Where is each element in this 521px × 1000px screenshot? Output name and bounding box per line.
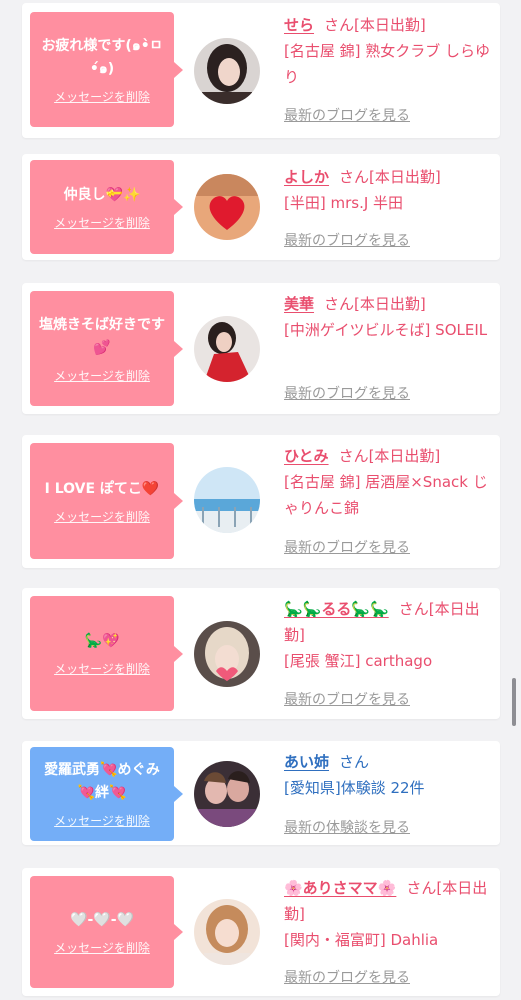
seaside-view-photo-icon (194, 467, 260, 533)
avatar[interactable] (194, 621, 260, 687)
shop-label: [名古屋 錦] 居酒屋×Snack じゃりんこ錦 (284, 473, 488, 517)
avatar[interactable] (194, 38, 260, 104)
latest-experience-link[interactable]: 最新の体験談を見る (284, 817, 410, 837)
avatar[interactable] (194, 899, 260, 965)
shop-label: [中洲ゲイツビルそば] SOLEIL (284, 321, 488, 339)
message-card: 🦕💖 メッセージを削除 🦕🦕るる🦕🦕 さん[本日出勤] [尾張 蟹江] carth… (22, 588, 500, 719)
profile-info: せら さん[本日出勤] [名古屋 錦] 熟女クラブ しらゆり (284, 12, 492, 90)
status-label: さん[本日出勤] (324, 295, 426, 313)
message-card: I LOVE ぽてこ❤️ メッセージを削除 ひとみ さん[本日出勤] [名古屋 錦… (22, 435, 500, 568)
avatar[interactable] (194, 174, 260, 240)
message-bubble: I LOVE ぽてこ❤️ メッセージを削除 (30, 443, 183, 559)
shop-label: [関内・福富町] Dahlia (284, 931, 439, 949)
message-text: お疲れ様です(๑•̀ㅁ•́๑) (41, 37, 163, 77)
profile-info: 美華 さん[本日出勤] [中洲ゲイツビルそば] SOLEIL (284, 291, 492, 343)
avatar[interactable] (194, 316, 260, 382)
latest-blog-link[interactable]: 最新のブログを見る (284, 105, 410, 125)
delete-message-link[interactable]: メッセージを削除 (54, 660, 150, 677)
message-bubble: 仲良し💝✨ メッセージを削除 (30, 160, 183, 254)
profile-name-link[interactable]: 美華 (284, 295, 314, 313)
avatar[interactable] (194, 761, 260, 827)
message-bubble: 塩焼きそば好きです💕 メッセージを削除 (30, 291, 183, 406)
shop-label: [半田] mrs.J 半田 (284, 194, 404, 212)
message-text: I LOVE ぽてこ❤️ (44, 480, 160, 497)
profile-info: よしか さん[本日出勤] [半田] mrs.J 半田 (284, 164, 492, 216)
shop-label: [愛知県]体験談 22件 (284, 779, 425, 797)
message-text: 仲良し💝✨ (63, 186, 141, 203)
delete-message-link[interactable]: メッセージを削除 (54, 939, 150, 956)
status-label: さん[本日出勤] (339, 168, 441, 186)
delete-message-link[interactable]: メッセージを削除 (54, 812, 150, 829)
profile-name-link[interactable]: 🌸ありさママ🌸 (284, 879, 396, 897)
woman-red-dress-photo-icon (194, 316, 260, 382)
status-label: さん[本日出勤] (324, 16, 426, 34)
profile-info: 🌸ありさママ🌸 さん[本日出勤] [関内・福富町] Dahlia (284, 875, 492, 953)
shop-label: [尾張 蟹江] carthago (284, 652, 433, 670)
profile-name-link[interactable]: せら (284, 16, 314, 34)
message-text: 🦕💖 (84, 633, 120, 649)
woman-blonde-photo-icon (194, 621, 260, 687)
message-text: 愛羅武勇💘めぐみ💘絆💘 (44, 762, 160, 801)
message-bubble: 🤍-🤍-🤍 メッセージを削除 (30, 876, 183, 988)
delete-message-link[interactable]: メッセージを削除 (54, 214, 150, 231)
latest-blog-link[interactable]: 最新のブログを見る (284, 967, 410, 987)
message-card: 塩焼きそば好きです💕 メッセージを削除 美華 さん[本日出勤] [中洲ゲイツビルそ… (22, 283, 500, 414)
delete-message-link[interactable]: メッセージを削除 (54, 88, 150, 105)
latest-blog-link[interactable]: 最新のブログを見る (284, 230, 410, 250)
woman-smiling-photo-icon (194, 899, 260, 965)
message-card: 🤍-🤍-🤍 メッセージを削除 🌸ありさママ🌸 さん[本日出勤] [関内・福富町] … (22, 868, 500, 996)
delete-message-link[interactable]: メッセージを削除 (54, 508, 150, 525)
latest-blog-link[interactable]: 最新のブログを見る (284, 689, 410, 709)
message-bubble: 愛羅武勇💘めぐみ💘絆💘 メッセージを削除 (30, 747, 183, 841)
delete-message-link[interactable]: メッセージを削除 (54, 367, 150, 384)
scrollbar[interactable] (512, 678, 516, 726)
latest-blog-link[interactable]: 最新のブログを見る (284, 537, 410, 557)
status-label: さん[本日出勤] (338, 447, 441, 465)
message-card: お疲れ様です(๑•̀ㅁ•́๑) メッセージを削除 せら さん[本日出勤] [名古屋… (22, 3, 500, 138)
woman-portrait-photo-icon (194, 38, 260, 104)
profile-name-link[interactable]: 🦕🦕るる🦕🦕 (284, 600, 389, 618)
message-text: 🤍-🤍-🤍 (70, 911, 134, 928)
two-women-photo-icon (194, 761, 260, 827)
message-text: 塩焼きそば好きです💕 (39, 316, 165, 356)
message-bubble: 🦕💖 メッセージを削除 (30, 596, 183, 711)
message-card: 愛羅武勇💘めぐみ💘絆💘 メッセージを削除 あい姉 さん [愛知県]体験談 22件 … (22, 741, 500, 845)
status-label: さん (339, 753, 370, 771)
profile-name-link[interactable]: ひとみ (284, 447, 329, 465)
avatar[interactable] (194, 467, 260, 533)
heart-balloon-photo-icon (194, 174, 260, 240)
message-card: 仲良し💝✨ メッセージを削除 よしか さん[本日出勤] [半田] mrs.J 半田… (22, 154, 500, 260)
profile-info: あい姉 さん [愛知県]体験談 22件 (284, 749, 492, 801)
profile-name-link[interactable]: よしか (284, 168, 329, 186)
message-bubble: お疲れ様です(๑•̀ㅁ•́๑) メッセージを削除 (30, 12, 183, 127)
profile-name-link[interactable]: あい姉 (284, 753, 329, 771)
shop-label: [名古屋 錦] 熟女クラブ しらゆり (284, 42, 491, 86)
latest-blog-link[interactable]: 最新のブログを見る (284, 383, 410, 403)
profile-info: ひとみ さん[本日出勤] [名古屋 錦] 居酒屋×Snack じゃりんこ錦 (284, 443, 492, 521)
profile-info: 🦕🦕るる🦕🦕 さん[本日出勤] [尾張 蟹江] carthago (284, 596, 492, 674)
